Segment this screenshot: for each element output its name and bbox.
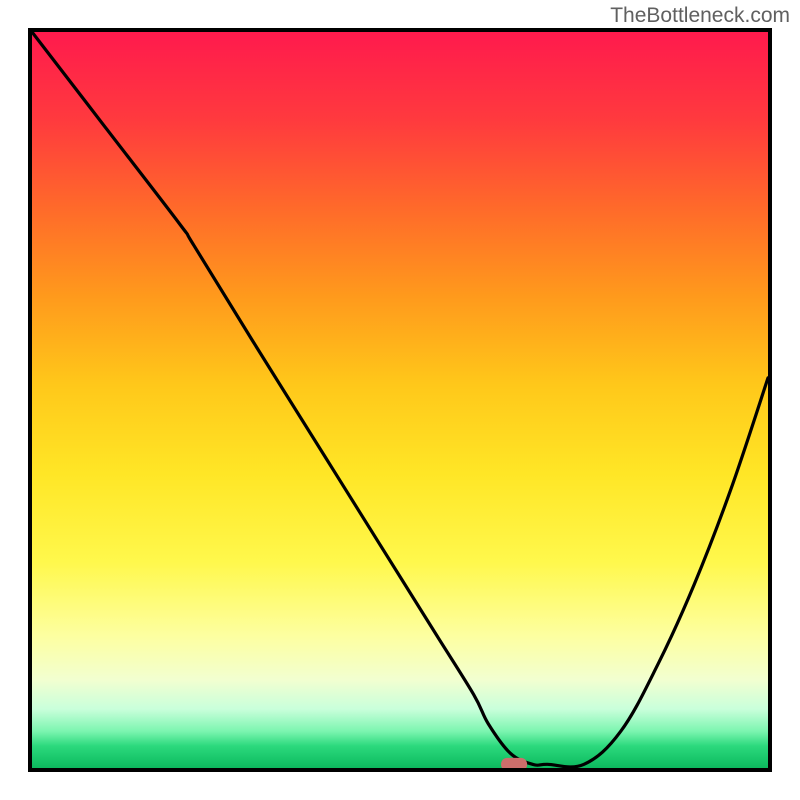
chart-container: TheBottleneck.com xyxy=(0,0,800,800)
plot-area xyxy=(28,28,772,772)
watermark-text: TheBottleneck.com xyxy=(610,4,790,28)
optimal-marker xyxy=(501,758,527,768)
bottleneck-curve xyxy=(32,32,768,767)
chart-svg xyxy=(32,32,768,768)
